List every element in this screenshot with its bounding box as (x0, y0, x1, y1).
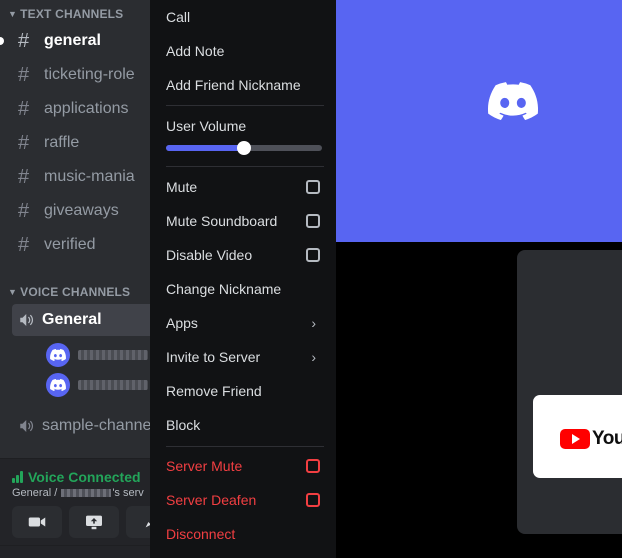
server-deafen-checkbox[interactable] (306, 493, 320, 507)
voice-channel-general[interactable]: General (12, 304, 160, 336)
user-volume-label: User Volume (166, 118, 247, 134)
mute-soundboard-checkbox[interactable] (306, 214, 320, 228)
voice-status-panel: Voice Connected General / 's serv (0, 458, 160, 558)
channel-sidebar: ▼ TEXT CHANNELS # general # ticketing-rol… (0, 0, 160, 558)
camera-button[interactable] (12, 506, 62, 538)
user-video-tile[interactable] (336, 0, 622, 242)
voice-channel-name: General (42, 311, 102, 328)
disable-video-checkbox[interactable] (306, 248, 320, 262)
chevron-right-icon: › (311, 349, 316, 365)
voice-channels-header[interactable]: ▼ VOICE CHANNELS (8, 285, 130, 299)
channel-ticketing-role[interactable]: # ticketing-role (12, 59, 160, 91)
user-volume-slider[interactable] (166, 141, 322, 155)
channel-verified[interactable]: # verified (12, 229, 160, 261)
channel-music-mania[interactable]: # music-mania (12, 161, 160, 193)
hashtag-icon: # (18, 29, 30, 52)
menu-item-block[interactable]: Block (158, 409, 328, 441)
youtube-logo: You (560, 428, 622, 450)
menu-item-add-note[interactable]: Add Note (158, 35, 328, 67)
channel-name: music-mania (44, 168, 135, 185)
menu-item-call[interactable]: Call (158, 1, 328, 33)
channel-raffle[interactable]: # raffle (12, 127, 160, 159)
chevron-right-icon: › (311, 315, 316, 331)
channel-name: ticketing-role (44, 66, 135, 83)
menu-item-disconnect[interactable]: Disconnect (158, 518, 328, 550)
channel-name: applications (44, 100, 129, 117)
channel-name: giveaways (44, 202, 119, 219)
discord-logo-icon (487, 82, 539, 125)
hashtag-icon: # (18, 97, 30, 120)
volume-slider-thumb[interactable] (237, 141, 251, 155)
avatar (46, 343, 70, 367)
hashtag-icon: # (18, 131, 30, 154)
hashtag-icon: # (18, 233, 30, 256)
channel-name: verified (44, 236, 96, 253)
menu-item-invite-to-server[interactable]: Invite to Server › (158, 341, 328, 373)
stream-tile[interactable] (517, 250, 622, 534)
redacted-username (78, 380, 148, 390)
chevron-down-icon: ▼ (8, 9, 18, 19)
hashtag-icon: # (18, 63, 30, 86)
chevron-down-icon: ▼ (8, 287, 18, 297)
camera-icon (28, 517, 46, 527)
voice-location[interactable]: General / 's serv (12, 487, 144, 499)
user-context-menu: Call Add Note Add Friend Nickname User V… (150, 0, 336, 558)
voice-connected-status[interactable]: Voice Connected (12, 469, 141, 485)
menu-item-remove-friend[interactable]: Remove Friend (158, 375, 328, 407)
hashtag-icon: # (18, 199, 30, 222)
menu-separator (166, 105, 324, 106)
menu-item-add-friend-nickname[interactable]: Add Friend Nickname (158, 69, 328, 101)
voice-user[interactable] (46, 340, 148, 370)
menu-separator (166, 446, 324, 447)
channel-general[interactable]: # general (12, 25, 160, 57)
menu-item-apps[interactable]: Apps › (158, 307, 328, 339)
redacted-username (78, 350, 148, 360)
menu-item-disable-video[interactable]: Disable Video (158, 239, 328, 271)
voice-channel-sample[interactable]: sample-channel (12, 410, 160, 442)
server-mute-checkbox[interactable] (306, 459, 320, 473)
menu-separator (166, 166, 324, 167)
redacted-server-name (61, 489, 112, 498)
menu-item-server-mute[interactable]: Server Mute (158, 450, 328, 482)
screen-share-icon (86, 515, 102, 530)
speaker-icon (18, 311, 42, 329)
speaker-icon (18, 417, 42, 435)
channel-giveaways[interactable]: # giveaways (12, 195, 160, 227)
menu-item-change-nickname[interactable]: Change Nickname (158, 273, 328, 305)
channel-name: general (44, 32, 101, 49)
screen-share-button[interactable] (69, 506, 119, 538)
channel-applications[interactable]: # applications (12, 93, 160, 125)
voice-user[interactable] (46, 370, 148, 400)
user-panel (0, 545, 160, 558)
channel-name: raffle (44, 134, 80, 151)
signal-icon (12, 471, 23, 483)
volume-slider-fill (166, 145, 244, 151)
unread-indicator (0, 37, 4, 45)
menu-item-mute[interactable]: Mute (158, 171, 328, 203)
menu-item-mute-soundboard[interactable]: Mute Soundboard (158, 205, 328, 237)
menu-item-server-deafen[interactable]: Server Deafen (158, 484, 328, 516)
youtube-play-icon (560, 429, 590, 449)
hashtag-icon: # (18, 165, 30, 188)
text-channels-header[interactable]: ▼ TEXT CHANNELS (8, 7, 123, 21)
voice-channel-name: sample-channel (42, 417, 155, 434)
mute-checkbox[interactable] (306, 180, 320, 194)
avatar (46, 373, 70, 397)
